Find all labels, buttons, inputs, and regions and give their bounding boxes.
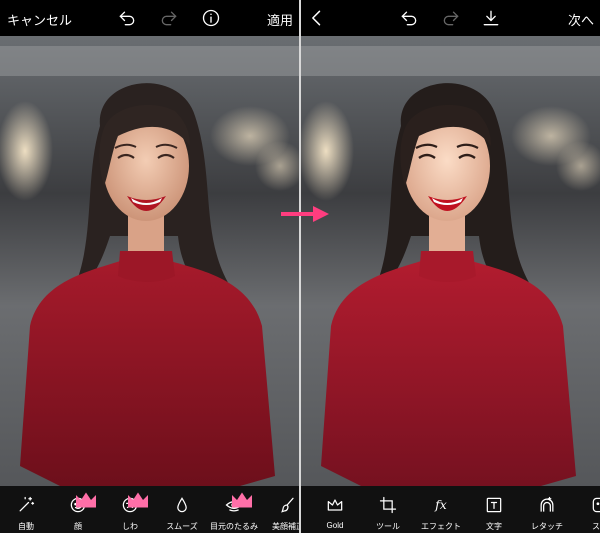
tool-sticker[interactable]: ステ bbox=[574, 486, 600, 533]
tool-face[interactable]: 顔 bbox=[52, 486, 104, 533]
premium-crown-icon bbox=[232, 492, 252, 508]
info-icon[interactable] bbox=[199, 6, 223, 30]
main-toolbar: Gold ツール fx エフェクト 文字 レタッチ ス bbox=[301, 486, 600, 533]
top-bar: 次へ bbox=[301, 0, 600, 36]
edit-toolbar: 自動 顔 しわ スムーズ 目元のたるみ 美顔補 bbox=[0, 486, 299, 533]
tool-eye-bags[interactable]: 目元のたるみ bbox=[208, 486, 260, 533]
undo-icon[interactable] bbox=[397, 6, 421, 30]
premium-crown-icon bbox=[76, 492, 96, 508]
wrinkle-face-icon bbox=[118, 492, 148, 517]
apply-button[interactable]: 適用 bbox=[267, 10, 293, 29]
photo-before bbox=[0, 36, 299, 486]
photo-after bbox=[301, 36, 600, 486]
tool-tools[interactable]: ツール bbox=[362, 486, 414, 533]
crop-icon bbox=[376, 493, 400, 517]
eye-icon bbox=[222, 492, 252, 517]
premium-crown-icon bbox=[128, 492, 148, 508]
text-icon bbox=[482, 493, 506, 517]
tool-gold[interactable]: Gold bbox=[309, 486, 361, 533]
tool-smooth[interactable]: スムーズ bbox=[156, 486, 208, 533]
left-screen: キャンセル 適用 自動 顔 しわ スムーズ 目元のたるみ 美顔補 bbox=[0, 0, 299, 533]
crown-icon bbox=[323, 493, 347, 517]
retouch-face-icon bbox=[535, 493, 559, 517]
tool-retouch[interactable]: レタッチ bbox=[521, 486, 573, 533]
top-bar: キャンセル 適用 bbox=[0, 0, 299, 36]
next-button[interactable]: 次へ bbox=[568, 10, 594, 29]
svg-text:fx: fx bbox=[434, 497, 447, 512]
tool-text[interactable]: 文字 bbox=[468, 486, 520, 533]
redo-icon[interactable] bbox=[157, 6, 181, 30]
fx-icon: fx bbox=[429, 493, 453, 517]
face-icon bbox=[66, 492, 96, 517]
tool-auto[interactable]: 自動 bbox=[0, 486, 52, 533]
sticker-icon bbox=[588, 493, 600, 517]
download-icon[interactable] bbox=[479, 6, 503, 30]
droplet-icon bbox=[170, 493, 194, 517]
back-chevron-icon[interactable] bbox=[305, 6, 329, 30]
tool-wrinkle[interactable]: しわ bbox=[104, 486, 156, 533]
redo-icon[interactable] bbox=[439, 6, 463, 30]
brush-icon bbox=[276, 493, 299, 517]
tool-beauty[interactable]: 美顔補正 bbox=[262, 486, 299, 533]
tool-effects[interactable]: fx エフェクト bbox=[415, 486, 467, 533]
undo-icon[interactable] bbox=[115, 6, 139, 30]
cancel-button[interactable]: キャンセル bbox=[7, 10, 72, 29]
right-screen: 次へ Gold ツール fx エフェクト 文字 レタッチ ス bbox=[301, 0, 600, 533]
magic-wand-icon bbox=[14, 493, 38, 517]
before-after-arrow-icon bbox=[281, 206, 329, 222]
